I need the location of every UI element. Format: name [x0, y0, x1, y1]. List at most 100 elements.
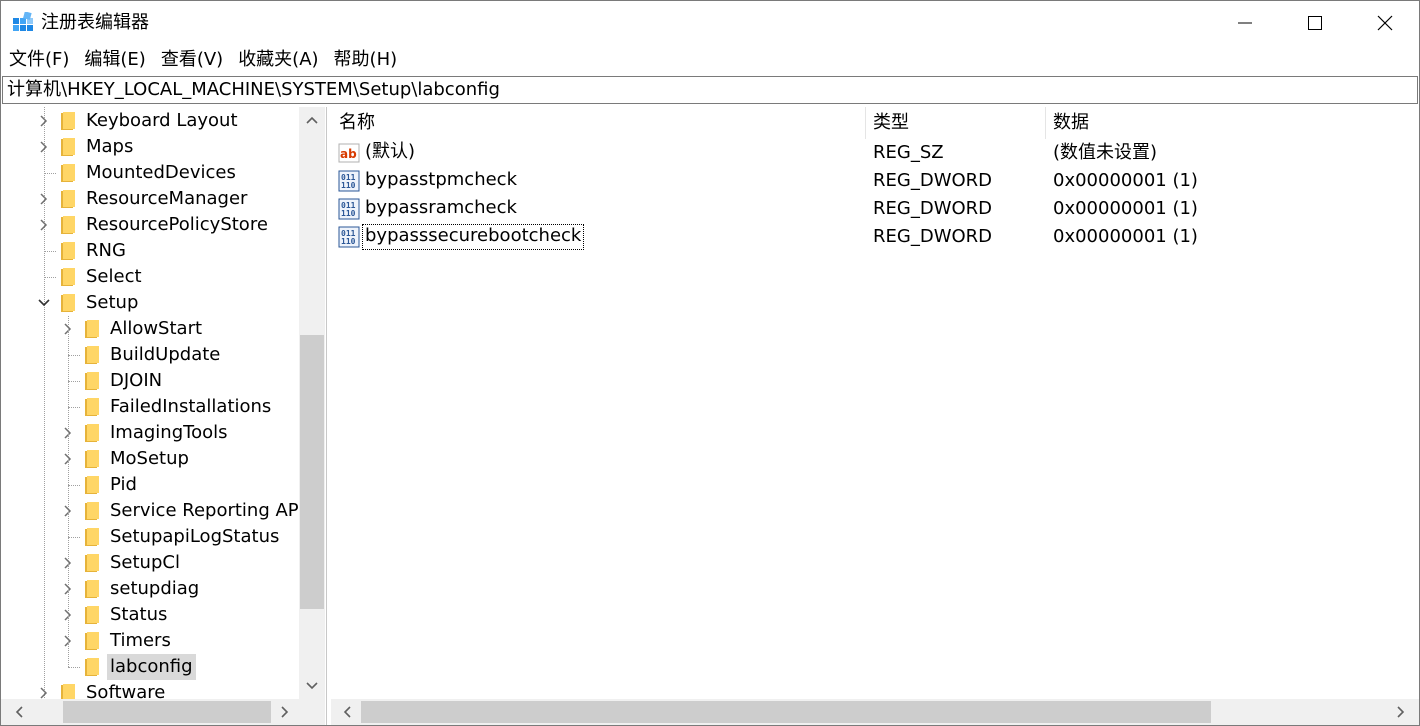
- tree-item[interactable]: ResourcePolicyStore: [1, 212, 299, 238]
- folder-icon: [85, 554, 99, 572]
- tree-item[interactable]: Setup: [1, 290, 299, 316]
- scroll-up-button[interactable]: [299, 109, 325, 133]
- menu-favorites[interactable]: 收藏夹(A): [230, 45, 325, 75]
- tree-item[interactable]: ResourceManager: [1, 186, 299, 212]
- tree-item[interactable]: MoSetup: [1, 446, 299, 472]
- tree-item[interactable]: Timers: [1, 628, 299, 654]
- tree-horizontal-scrollbar[interactable]: [1, 699, 299, 725]
- folder-icon: [85, 632, 99, 650]
- tree-item[interactable]: DJOIN: [1, 368, 299, 394]
- title-bar[interactable]: 注册表编辑器: [1, 1, 1419, 45]
- values-horizontal-scroll-thumb[interactable]: [361, 701, 1211, 723]
- value-name: bypasssecurebootcheck: [362, 224, 585, 250]
- value-data: 0x00000001 (1): [1053, 198, 1198, 219]
- tree-item[interactable]: labconfig: [1, 654, 299, 680]
- svg-text:110: 110: [341, 209, 356, 218]
- folder-icon: [61, 112, 75, 130]
- tree-item[interactable]: RNG: [1, 238, 299, 264]
- tree-item[interactable]: Status: [1, 602, 299, 628]
- folder-icon: [85, 398, 99, 416]
- tree-item-label: Status: [110, 604, 168, 625]
- scroll-down-button[interactable]: [299, 673, 325, 697]
- scroll-left-button[interactable]: [335, 699, 361, 725]
- tree-item[interactable]: SetupapiLogStatus: [1, 524, 299, 550]
- menu-file[interactable]: 文件(F): [1, 45, 76, 75]
- expand-chevron-icon[interactable]: [38, 219, 50, 231]
- maximize-button[interactable]: [1280, 1, 1350, 45]
- scroll-right-button[interactable]: [1387, 699, 1413, 725]
- tree-item-label: Software: [86, 682, 166, 699]
- value-row[interactable]: 011 110 bypasstpmcheck REG_DWORD 0x00000001 …: [331, 167, 1419, 195]
- binary-value-icon: 011110: [338, 198, 360, 220]
- column-header-name[interactable]: 名称: [331, 107, 865, 139]
- tree-item[interactable]: AllowStart: [1, 316, 299, 342]
- close-icon: [1377, 15, 1393, 31]
- value-type: REG_DWORD: [873, 226, 993, 247]
- expand-chevron-icon[interactable]: [38, 193, 50, 205]
- tree-guide-line: [68, 485, 80, 486]
- tree-item[interactable]: FailedInstallations: [1, 394, 299, 420]
- chevron-up-icon: [306, 116, 318, 124]
- tree-guide-line: [68, 667, 80, 668]
- value-name: bypassramcheck: [365, 197, 517, 218]
- menu-view[interactable]: 查看(V): [153, 45, 230, 75]
- chevron-right-icon: [1397, 706, 1405, 718]
- binary-value-icon: 011110: [338, 170, 360, 192]
- tree-guide-line: [68, 381, 80, 382]
- minimize-button[interactable]: [1210, 1, 1280, 45]
- tree-item[interactable]: Service Reporting API: [1, 498, 299, 524]
- tree-item-label: ResourcePolicyStore: [86, 214, 268, 235]
- key-tree: Keyboard Layout Maps MountedDevices Resourc…: [1, 107, 299, 699]
- tree-item[interactable]: Select: [1, 264, 299, 290]
- folder-icon: [85, 476, 99, 494]
- expand-chevron-icon[interactable]: [38, 115, 50, 127]
- scroll-right-button[interactable]: [271, 699, 297, 725]
- tree-vertical-scrollbar[interactable]: [299, 107, 325, 699]
- column-header-type[interactable]: 类型: [865, 107, 1045, 139]
- tree-horizontal-scroll-thumb[interactable]: [63, 701, 271, 723]
- folder-icon: [85, 502, 99, 520]
- menu-help[interactable]: 帮助(H): [326, 45, 405, 75]
- tree-item[interactable]: Keyboard Layout: [1, 108, 299, 134]
- column-header-data[interactable]: 数据: [1045, 107, 1415, 139]
- value-data: (数值未设置): [1053, 142, 1158, 163]
- folder-icon: [61, 684, 75, 699]
- folder-icon: [61, 268, 75, 286]
- value-row[interactable]: ab (默认) REG_SZ (数值未设置): [331, 139, 1419, 167]
- address-bar[interactable]: 计算机\HKEY_LOCAL_MACHINE\SYSTEM\Setup\labc…: [2, 76, 1418, 104]
- tree-item-label: AllowStart: [110, 318, 203, 339]
- tree-guide-line: [44, 277, 56, 278]
- tree-item[interactable]: setupdiag: [1, 576, 299, 602]
- tree-item-label: SetupapiLogStatus: [110, 526, 280, 547]
- folder-icon: [61, 138, 75, 156]
- folder-icon: [85, 580, 99, 598]
- values-horizontal-scrollbar[interactable]: [331, 699, 1419, 725]
- menu-bar: 文件(F) 编辑(E) 查看(V) 收藏夹(A) 帮助(H): [1, 45, 1419, 75]
- tree-item-label: MoSetup: [110, 448, 189, 469]
- close-button[interactable]: [1350, 1, 1419, 45]
- folder-icon: [61, 242, 75, 260]
- folder-icon: [85, 346, 99, 364]
- collapse-chevron-icon[interactable]: [38, 297, 50, 309]
- chevron-right-icon: [281, 706, 289, 718]
- tree-item[interactable]: ImagingTools: [1, 420, 299, 446]
- tree-item[interactable]: Maps: [1, 134, 299, 160]
- tree-item[interactable]: Software: [1, 680, 299, 699]
- folder-icon: [61, 216, 75, 234]
- tree-item[interactable]: SetupCl: [1, 550, 299, 576]
- scroll-left-button[interactable]: [7, 699, 33, 725]
- expand-chevron-icon[interactable]: [38, 141, 50, 153]
- tree-vertical-scroll-thumb[interactable]: [300, 335, 324, 609]
- registry-editor-icon: [13, 12, 33, 31]
- tree-item[interactable]: BuildUpdate: [1, 342, 299, 368]
- menu-edit[interactable]: 编辑(E): [76, 45, 152, 75]
- tree-item[interactable]: Pid: [1, 472, 299, 498]
- scrollbar-corner: [299, 699, 325, 725]
- value-row[interactable]: 011 110 bypassramcheck REG_DWORD 0x00000001 …: [331, 195, 1419, 223]
- tree-item[interactable]: MountedDevices: [1, 160, 299, 186]
- expand-chevron-icon[interactable]: [38, 687, 50, 699]
- folder-icon: [85, 372, 99, 390]
- value-row[interactable]: 011 110 bypasssecurebootcheck REG_DWORD 0x00…: [331, 223, 1419, 251]
- tree-item-label: Maps: [86, 136, 134, 157]
- tree-item-label: Timers: [110, 630, 171, 651]
